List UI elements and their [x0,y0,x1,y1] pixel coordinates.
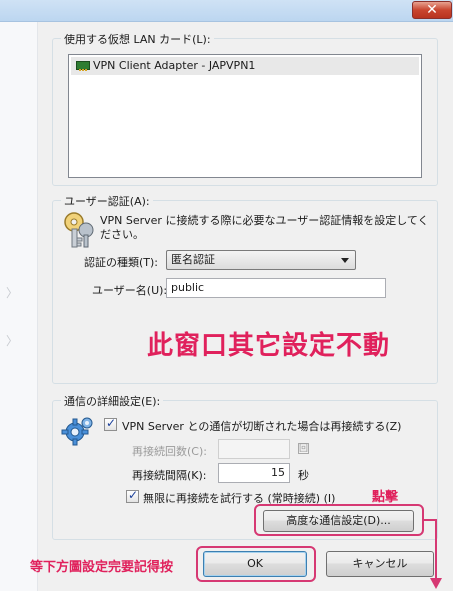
annotation-press-ok: 等下方圖設定完要記得按 [30,560,174,575]
retry-interval-label: 再接続間隔(K): [132,469,207,482]
close-button[interactable]: ✕ [412,1,452,19]
auth-group-title: ユーザー認証(A): [61,193,153,209]
dialog-window: ✕ 〉 〉 使用する仮想 LAN カード(L): VPN Client Adap… [0,0,453,591]
retry-interval-input[interactable]: 15 [218,463,290,483]
adapter-name: VPN Client Adapter - JAPVPN1 [93,59,256,72]
username-input[interactable]: public [166,278,386,298]
auth-type-value: 匿名認証 [171,253,215,266]
auth-description-line2: ださい。 [100,228,144,241]
reconnect-label: VPN Server との通信が切断された場合は再接続する(Z) [122,420,402,433]
auth-description-line1: VPN Server に接続する際に必要なユーザー認証情報を設定してく [100,214,429,227]
dropdown-arrow-icon [341,258,349,263]
auth-type-dropdown[interactable]: 匿名認証 [166,250,356,270]
adapter-listbox[interactable]: VPN Client Adapter - JAPVPN1 [68,54,422,178]
retry-count-unit: 回 [298,444,308,454]
advanced-group-title: 通信の詳細設定(E): [61,393,164,409]
gear-icon [61,417,93,446]
key-icon [64,212,94,248]
adapter-group-title: 使用する仮想 LAN カード(L): [61,31,214,47]
reconnect-checkbox[interactable] [104,416,117,431]
advanced-settings-button[interactable]: 高度な通信設定(D)... [263,510,414,532]
retry-count-input[interactable] [218,439,290,459]
ok-button[interactable]: OK [203,551,307,577]
background-window-strip: 〉 〉 [0,22,38,591]
close-icon: ✕ [426,2,438,18]
auth-type-label: 認証の種類(T): [84,256,159,269]
annotation-keep-settings: 此窗口其它設定不動 [147,331,391,361]
infinite-retry-checkbox[interactable] [126,488,139,503]
network-adapter-icon [76,61,90,71]
retry-interval-unit: 秒 [298,469,309,482]
username-label: ユーザー名(U): [92,284,168,297]
adapter-list-item[interactable]: VPN Client Adapter - JAPVPN1 [71,57,419,75]
annotation-arrow [424,519,442,589]
title-bar: ✕ [0,0,453,22]
annotation-click: 點擊 [372,490,399,505]
retry-count-label: 再接続回数(C): [132,445,207,458]
cancel-button[interactable]: キャンセル [326,551,434,577]
